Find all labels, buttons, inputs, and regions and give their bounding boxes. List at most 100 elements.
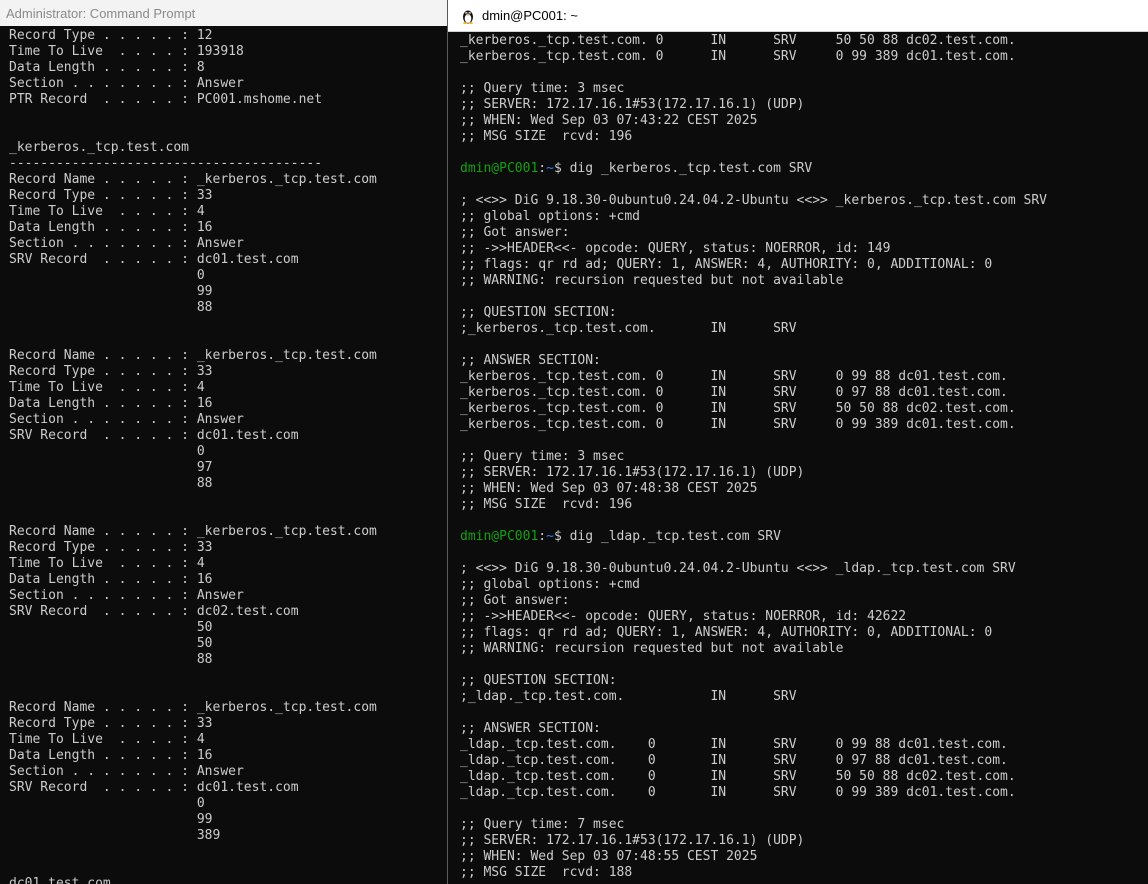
- shell-prompt-user-host: dmin@PC001: [460, 161, 539, 176]
- cmd-output-line: Data Length . . . . . : 8: [9, 60, 205, 75]
- wsl-output-line: [460, 65, 1148, 81]
- wsl-output-line: ;; flags: qr rd ad; QUERY: 1, ANSWER: 4,…: [460, 257, 993, 272]
- command-prompt-window[interactable]: Administrator: Command Prompt Record Typ…: [0, 0, 460, 884]
- wsl-output-line: ;; WHEN: Wed Sep 03 07:43:22 CEST 2025: [460, 113, 758, 128]
- cmd-output-line: Section . . . . . . . : Answer: [9, 764, 244, 779]
- wsl-output-line: ; <<>> DiG 9.18.30-0ubuntu0.24.04.2-Ubun…: [460, 561, 1016, 576]
- cmd-output-line: SRV Record . . . . . : dc02.test.com: [9, 604, 299, 619]
- wsl-output-line: ;; Got answer:: [460, 225, 570, 240]
- wsl-output-line: [460, 545, 1148, 561]
- wsl-output-line: ;; MSG SIZE rcvd: 196: [460, 129, 633, 144]
- cmd-output-line: Record Type . . . . . : 33: [9, 540, 213, 555]
- cmd-output-line: ----------------------------------------: [9, 156, 323, 171]
- wsl-output-line: ;; ANSWER SECTION:: [460, 721, 601, 736]
- wsl-output-line: ;; Query time: 3 msec: [460, 81, 625, 96]
- cmd-output-line: Record Name . . . . . : _kerberos._tcp.t…: [9, 348, 377, 363]
- shell-prompt-path: ~: [546, 529, 554, 544]
- cmd-output-line: Record Name . . . . . : _kerberos._tcp.t…: [9, 172, 377, 187]
- cmd-output-line: Time To Live . . . . : 4: [9, 380, 205, 395]
- wsl-output-line: _ldap._tcp.test.com. 0 IN SRV 50 50 88 d…: [460, 769, 1016, 784]
- cmd-output-line: Time To Live . . . . : 193918: [9, 44, 244, 59]
- cmd-output-line: 389: [9, 828, 221, 843]
- wsl-output-line: [460, 337, 1148, 353]
- cmd-output-line: [9, 668, 460, 684]
- wsl-output-line: ;_kerberos._tcp.test.com. IN SRV: [460, 321, 797, 336]
- cmd-output-line: 88: [9, 652, 213, 667]
- wsl-output-line: ;; global options: +cmd: [460, 209, 641, 224]
- cmd-output-line: 88: [9, 476, 213, 491]
- cmd-output-line: Section . . . . . . . : Answer: [9, 588, 244, 603]
- wsl-output-line: ;; ->>HEADER<<- opcode: QUERY, status: N…: [460, 609, 907, 624]
- wsl-output-line: ;; ->>HEADER<<- opcode: QUERY, status: N…: [460, 241, 891, 256]
- wsl-output-line: ;; Query time: 7 msec: [460, 817, 625, 832]
- wsl-output-line: ;; WHEN: Wed Sep 03 07:48:38 CEST 2025: [460, 481, 758, 496]
- wsl-output-line: ;; Got answer:: [460, 593, 570, 608]
- shell-command-text: dig _ldap._tcp.test.com SRV: [569, 529, 781, 544]
- shell-prompt-path: ~: [546, 161, 554, 176]
- wsl-output-line: [460, 705, 1148, 721]
- shell-prompt-separator: :: [538, 161, 547, 176]
- cmd-output-line: Data Length . . . . . : 16: [9, 748, 213, 763]
- shell-prompt-line: dmin@PC001:~$ dig _ldap._tcp.test.com SR…: [460, 529, 1148, 545]
- cmd-output-line: Record Type . . . . . : 33: [9, 364, 213, 379]
- wsl-output-line: ;; Query time: 3 msec: [460, 449, 625, 464]
- wsl-output-line: ;; MSG SIZE rcvd: 196: [460, 497, 633, 512]
- wsl-output-line: ;; SERVER: 172.17.16.1#53(172.17.16.1) (…: [460, 97, 805, 112]
- wsl-title-bar[interactable]: dmin@PC001: ~: [448, 0, 1148, 32]
- cmd-console-output[interactable]: Record Type . . . . . : 12 Time To Live .…: [0, 28, 460, 884]
- cmd-output-line: Section . . . . . . . : Answer: [9, 76, 244, 91]
- cmd-output-line: 99: [9, 284, 213, 299]
- cmd-output-line: Time To Live . . . . : 4: [9, 204, 205, 219]
- wsl-output-line: ;; WARNING: recursion requested but not …: [460, 641, 844, 656]
- wsl-output-line: ;; WHEN: Wed Sep 03 07:48:55 CEST 2025: [460, 849, 758, 864]
- cmd-output-line: 99: [9, 812, 213, 827]
- cmd-output-line: [9, 124, 460, 140]
- shell-prompt-symbol: $: [553, 529, 570, 544]
- cmd-output-line: SRV Record . . . . . : dc01.test.com: [9, 252, 299, 267]
- cmd-output-line: Data Length . . . . . : 16: [9, 572, 213, 587]
- tux-icon: [463, 10, 473, 24]
- wsl-output-line: [460, 657, 1148, 673]
- shell-prompt-user-host: dmin@PC001: [460, 529, 539, 544]
- cmd-output-line: SRV Record . . . . . : dc01.test.com: [9, 428, 299, 443]
- wsl-output-line: ;; SERVER: 172.17.16.1#53(172.17.16.1) (…: [460, 465, 805, 480]
- cmd-output-line: Record Type . . . . . : 33: [9, 716, 213, 731]
- cmd-output-line: Section . . . . . . . : Answer: [9, 236, 244, 251]
- cmd-output-line: Record Name . . . . . : _kerberos._tcp.t…: [9, 700, 377, 715]
- cmd-output-line: Record Type . . . . . : 12: [9, 28, 213, 43]
- wsl-output-line: ; <<>> DiG 9.18.30-0ubuntu0.24.04.2-Ubun…: [460, 193, 1047, 208]
- wsl-output-line: _kerberos._tcp.test.com. 0 IN SRV 0 99 3…: [460, 49, 1016, 64]
- wsl-output-line: _kerberos._tcp.test.com. 0 IN SRV 0 99 8…: [460, 369, 1008, 384]
- cmd-output-line: [9, 860, 460, 876]
- cmd-output-line: dc01.test.com: [9, 876, 111, 884]
- wsl-output-line: ;; global options: +cmd: [460, 577, 641, 592]
- cmd-output-line: Record Type . . . . . : 33: [9, 188, 213, 203]
- wsl-output-line: ;; flags: qr rd ad; QUERY: 1, ANSWER: 4,…: [460, 625, 993, 640]
- cmd-output-line: 0: [9, 796, 205, 811]
- wsl-output-line: ;; QUESTION SECTION:: [460, 673, 617, 688]
- cmd-output-line: [9, 508, 460, 524]
- cmd-output-line: Data Length . . . . . : 16: [9, 396, 213, 411]
- wsl-output-line: ;; MSG SIZE rcvd: 188: [460, 865, 633, 880]
- wsl-window-title: dmin@PC001: ~: [482, 8, 578, 23]
- wsl-output-line: _ldap._tcp.test.com. 0 IN SRV 0 97 88 dc…: [460, 753, 1008, 768]
- wsl-output-line: [460, 177, 1148, 193]
- shell-prompt-line: dmin@PC001:~$ dig _kerberos._tcp.test.co…: [460, 161, 1148, 177]
- wsl-output-line: ;; ANSWER SECTION:: [460, 353, 601, 368]
- cmd-output-line: [9, 684, 460, 700]
- wsl-output-line: ;; QUESTION SECTION:: [460, 305, 617, 320]
- wsl-output-line: [460, 289, 1148, 305]
- cmd-output-line: Time To Live . . . . : 4: [9, 732, 205, 747]
- cmd-output-line: Data Length . . . . . : 16: [9, 220, 213, 235]
- cmd-title-bar[interactable]: Administrator: Command Prompt: [0, 0, 460, 26]
- wsl-output-line: _kerberos._tcp.test.com. 0 IN SRV 50 50 …: [460, 33, 1016, 48]
- wsl-terminal-window[interactable]: dmin@PC001: ~ _kerberos._tcp.test.com. 0…: [447, 0, 1148, 884]
- wsl-console-output[interactable]: _kerberos._tcp.test.com. 0 IN SRV 50 50 …: [448, 33, 1148, 884]
- wsl-output-line: ;; WARNING: recursion requested but not …: [460, 273, 844, 288]
- wsl-output-line: _ldap._tcp.test.com. 0 IN SRV 0 99 389 d…: [460, 785, 1016, 800]
- shell-prompt-symbol: $: [553, 161, 570, 176]
- wsl-output-line: ;_ldap._tcp.test.com. IN SRV: [460, 689, 797, 704]
- cmd-output-line: [9, 108, 460, 124]
- wsl-output-line: [460, 513, 1148, 529]
- shell-prompt-separator: :: [538, 529, 547, 544]
